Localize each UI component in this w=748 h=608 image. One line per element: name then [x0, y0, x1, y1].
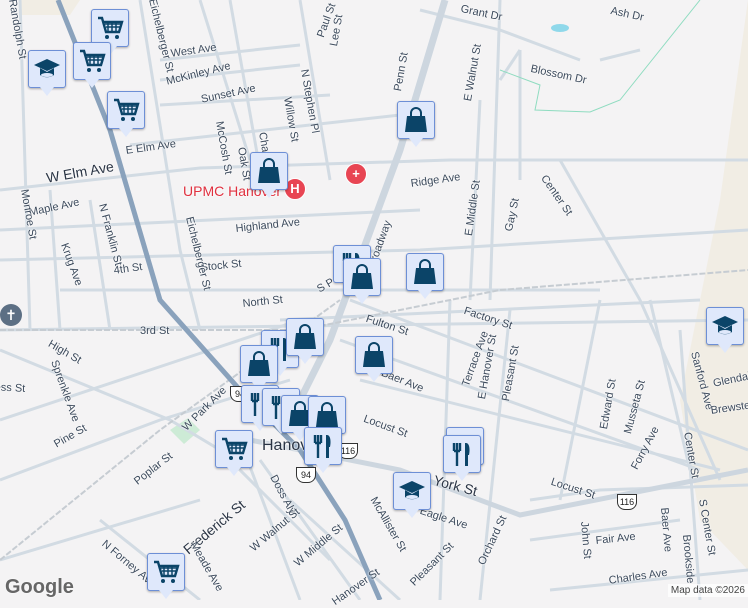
graduation-cap-icon — [33, 55, 61, 83]
graduation-cap-icon — [398, 477, 426, 505]
route-116-shield: 116 — [617, 494, 637, 510]
shopping-bag-icon — [245, 350, 273, 378]
google-logo: Google — [5, 576, 74, 598]
medical-icon[interactable]: + — [345, 163, 367, 185]
shopping-bag-icon — [313, 401, 341, 429]
school-marker[interactable] — [706, 307, 744, 353]
graduation-cap-icon — [711, 312, 739, 340]
shopping-bag-icon — [411, 258, 439, 286]
school-marker[interactable] — [28, 50, 66, 96]
fork-knife-icon — [309, 432, 337, 460]
shopping-cart-icon — [112, 96, 140, 124]
shopping-bag-icon — [402, 106, 430, 134]
restaurant-marker[interactable] — [443, 435, 481, 481]
school-marker[interactable] — [393, 472, 431, 518]
grocery-marker[interactable] — [107, 91, 145, 137]
fork-knife-icon — [448, 440, 476, 468]
shopping-marker[interactable] — [250, 152, 288, 198]
grocery-marker[interactable] — [147, 553, 185, 599]
shopping-cart-icon — [96, 14, 124, 42]
shopping-cart-icon — [78, 47, 106, 75]
shopping-marker[interactable] — [343, 258, 381, 304]
shopping-bag-icon — [360, 341, 388, 369]
shopping-bag-icon — [291, 323, 319, 351]
route-94-shield: 94 — [296, 467, 316, 483]
shopping-cart-icon — [220, 435, 248, 463]
shopping-marker[interactable] — [355, 336, 393, 382]
grocery-marker[interactable] — [215, 430, 253, 476]
trail — [499, 0, 701, 113]
map-attribution[interactable]: Map data ©2026 — [667, 584, 748, 597]
shopping-marker[interactable] — [397, 101, 435, 147]
shopping-bag-icon — [348, 263, 376, 291]
shopping-marker[interactable] — [286, 318, 324, 364]
shopping-marker[interactable] — [240, 345, 278, 391]
restaurant-marker[interactable] — [304, 427, 342, 473]
church-icon[interactable]: ✝ — [0, 304, 22, 326]
grocery-marker[interactable] — [73, 42, 111, 88]
shopping-bag-icon — [255, 157, 283, 185]
shopping-cart-icon — [152, 558, 180, 586]
street-label: Princess St — [0, 380, 26, 395]
shopping-marker[interactable] — [406, 253, 444, 299]
land-areas — [20, 0, 748, 570]
street-label: 3rd St — [140, 325, 170, 337]
